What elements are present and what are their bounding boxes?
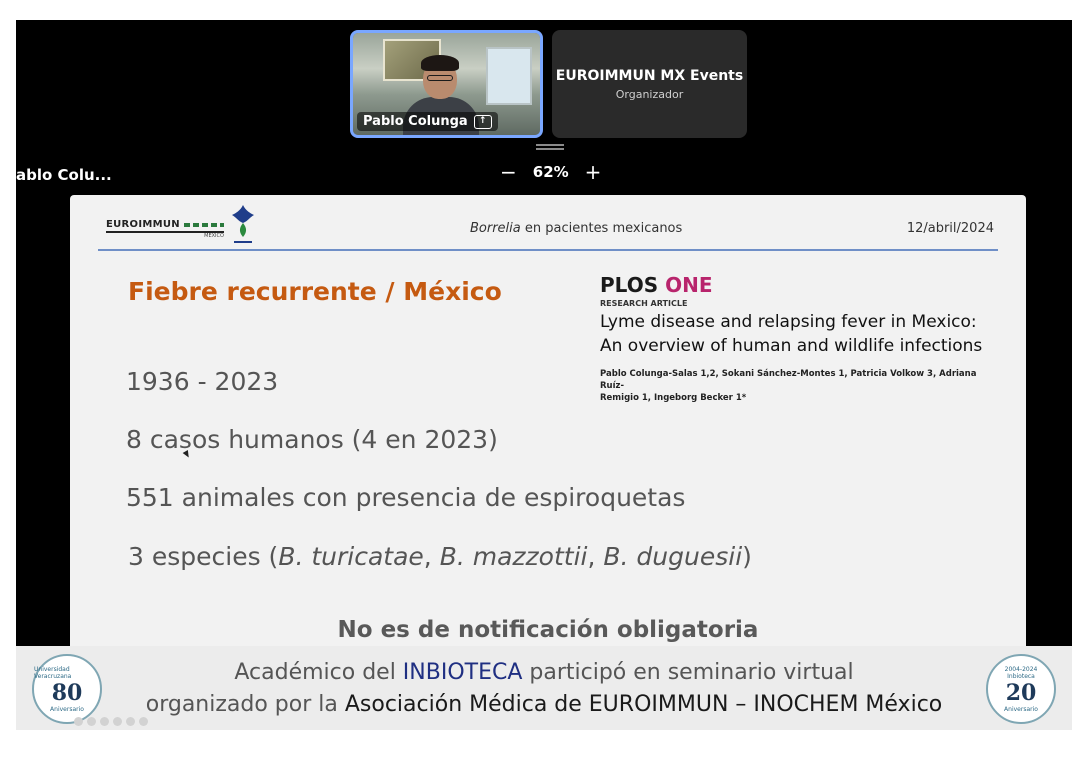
toolbar-dot-icon[interactable] — [74, 717, 83, 726]
caption-line-2: organizado por la Asociación Médica de E… — [16, 692, 1072, 717]
seal-right-brand: Inbioteca — [1007, 672, 1035, 680]
zoom-out-button[interactable]: − — [500, 162, 517, 182]
logo-sub-text: MEXICO — [204, 233, 224, 239]
article-kind: RESEARCH ARTICLE — [600, 299, 688, 308]
article-title: Lyme disease and relapsing fever in Mexi… — [600, 310, 1000, 358]
zoom-controls: − 62% + — [500, 162, 601, 182]
species-3: B. duguesii — [603, 542, 743, 571]
slide-point-species: 3 especies (B. turicatae, B. mazzottii, … — [128, 542, 752, 571]
toolbar-dot-icon[interactable] — [100, 717, 109, 726]
species-suffix: ) — [742, 542, 752, 571]
background-window — [486, 47, 532, 105]
journal-name-a: PLOS — [600, 273, 659, 297]
caption-1-highlight: INBIOTECA — [402, 660, 523, 685]
caption-1a: Académico del — [234, 660, 403, 685]
euroimmun-logo: EUROIMMUN MEXICO — [106, 219, 224, 239]
species-prefix: 3 especies ( — [128, 542, 279, 571]
slide-title: Fiebre recurrente / México — [128, 277, 502, 306]
seal-right-number: 20 — [1005, 679, 1037, 706]
slide-footer-statement: No es de notificación obligatoria — [337, 617, 759, 643]
seal-right-bottom: Aniversario — [1004, 705, 1038, 713]
slide-point-years: 1936 - 2023 — [126, 367, 279, 396]
topic-genus: Borrelia — [470, 221, 521, 236]
logo-brand-text: EUROIMMUN — [106, 219, 180, 230]
hidden-toolbar-icons — [74, 717, 148, 726]
participant-tile-pablo[interactable]: Pablo Colunga ↑ — [350, 30, 543, 138]
shared-screen-slide: EUROIMMUN MEXICO Borrelia en pacientes m… — [70, 195, 1026, 646]
slide-topic: Borrelia en pacientes mexicanos — [470, 221, 682, 236]
person-glasses — [427, 75, 453, 81]
screenshot: Pablo Colunga ↑ EUROIMMUN MX Events Orga… — [0, 0, 1090, 760]
participant-role: Organizador — [615, 87, 684, 101]
meeting-window: Pablo Colunga ↑ EUROIMMUN MX Events Orga… — [16, 20, 1072, 646]
article-title-line-2: An overview of human and wildlife infect… — [600, 336, 983, 356]
participant-tile-organizer[interactable]: EUROIMMUN MX Events Organizador — [552, 30, 747, 138]
authors-line-2: Remigio 1, Ingeborg Becker 1* — [600, 393, 747, 403]
slide-point-animals: 551 animales con presencia de espiroquet… — [126, 483, 686, 512]
inbioteca-20-anniversary-seal-icon: 2004-2024 Inbioteca 20 Aniversario — [986, 654, 1056, 724]
plos-article-excerpt: PLOS ONE RESEARCH ARTICLE Lyme disease a… — [600, 273, 1000, 404]
species-sep-2: , — [587, 542, 604, 571]
participant-name: Pablo Colunga — [363, 114, 468, 129]
caption-1b: participó en seminario virtual — [522, 660, 854, 685]
person-hair — [421, 55, 459, 71]
journal-name-b: ONE — [658, 273, 713, 297]
species-2: B. mazzottii — [439, 542, 588, 571]
logo-bar — [183, 222, 224, 227]
toolbar-dot-icon[interactable] — [87, 717, 96, 726]
slide-date: 12/abril/2024 — [906, 221, 994, 236]
screen-share-icon: ↑ — [473, 114, 492, 129]
university-logo-icon — [228, 203, 258, 247]
seal-right-ring: 2004-2024 — [1004, 665, 1038, 673]
caption-2a: organizado por la — [145, 692, 345, 717]
toolbar-dot-icon[interactable] — [126, 717, 135, 726]
tile-strip-drag-handle[interactable] — [536, 144, 564, 150]
participant-name: EUROIMMUN MX Events — [555, 67, 744, 84]
species-1: B. turicatae — [278, 542, 424, 571]
toolbar-dot-icon[interactable] — [113, 717, 122, 726]
caption-line-1: Académico del INBIOTECA participó en sem… — [16, 660, 1072, 685]
news-caption-banner: Universidad Veracruzana 80 Aniversario A… — [16, 646, 1072, 730]
active-speaker-label: ablo Colu... — [16, 166, 112, 184]
topic-rest: en pacientes mexicanos — [520, 221, 683, 236]
toolbar-dot-icon[interactable] — [139, 717, 148, 726]
slide-point-human-cases: 8 casos humanos (4 en 2023) — [126, 425, 498, 454]
participant-name-tag: Pablo Colunga ↑ — [357, 112, 498, 131]
slide-header: EUROIMMUN MEXICO Borrelia en pacientes m… — [98, 205, 998, 251]
article-title-line-1: Lyme disease and relapsing fever in Mexi… — [600, 312, 977, 332]
article-authors: Pablo Colunga-Salas 1,2, Sokani Sánchez-… — [600, 368, 1000, 404]
authors-line-1: Pablo Colunga-Salas 1,2, Sokani Sánchez-… — [600, 369, 977, 391]
zoom-level: 62% — [532, 163, 569, 181]
species-sep-1: , — [423, 542, 440, 571]
zoom-in-button[interactable]: + — [585, 162, 602, 182]
journal-name: PLOS ONE — [600, 273, 1000, 297]
caption-2-organizer: Asociación Médica de EUROIMMUN – INOCHEM… — [344, 692, 943, 717]
